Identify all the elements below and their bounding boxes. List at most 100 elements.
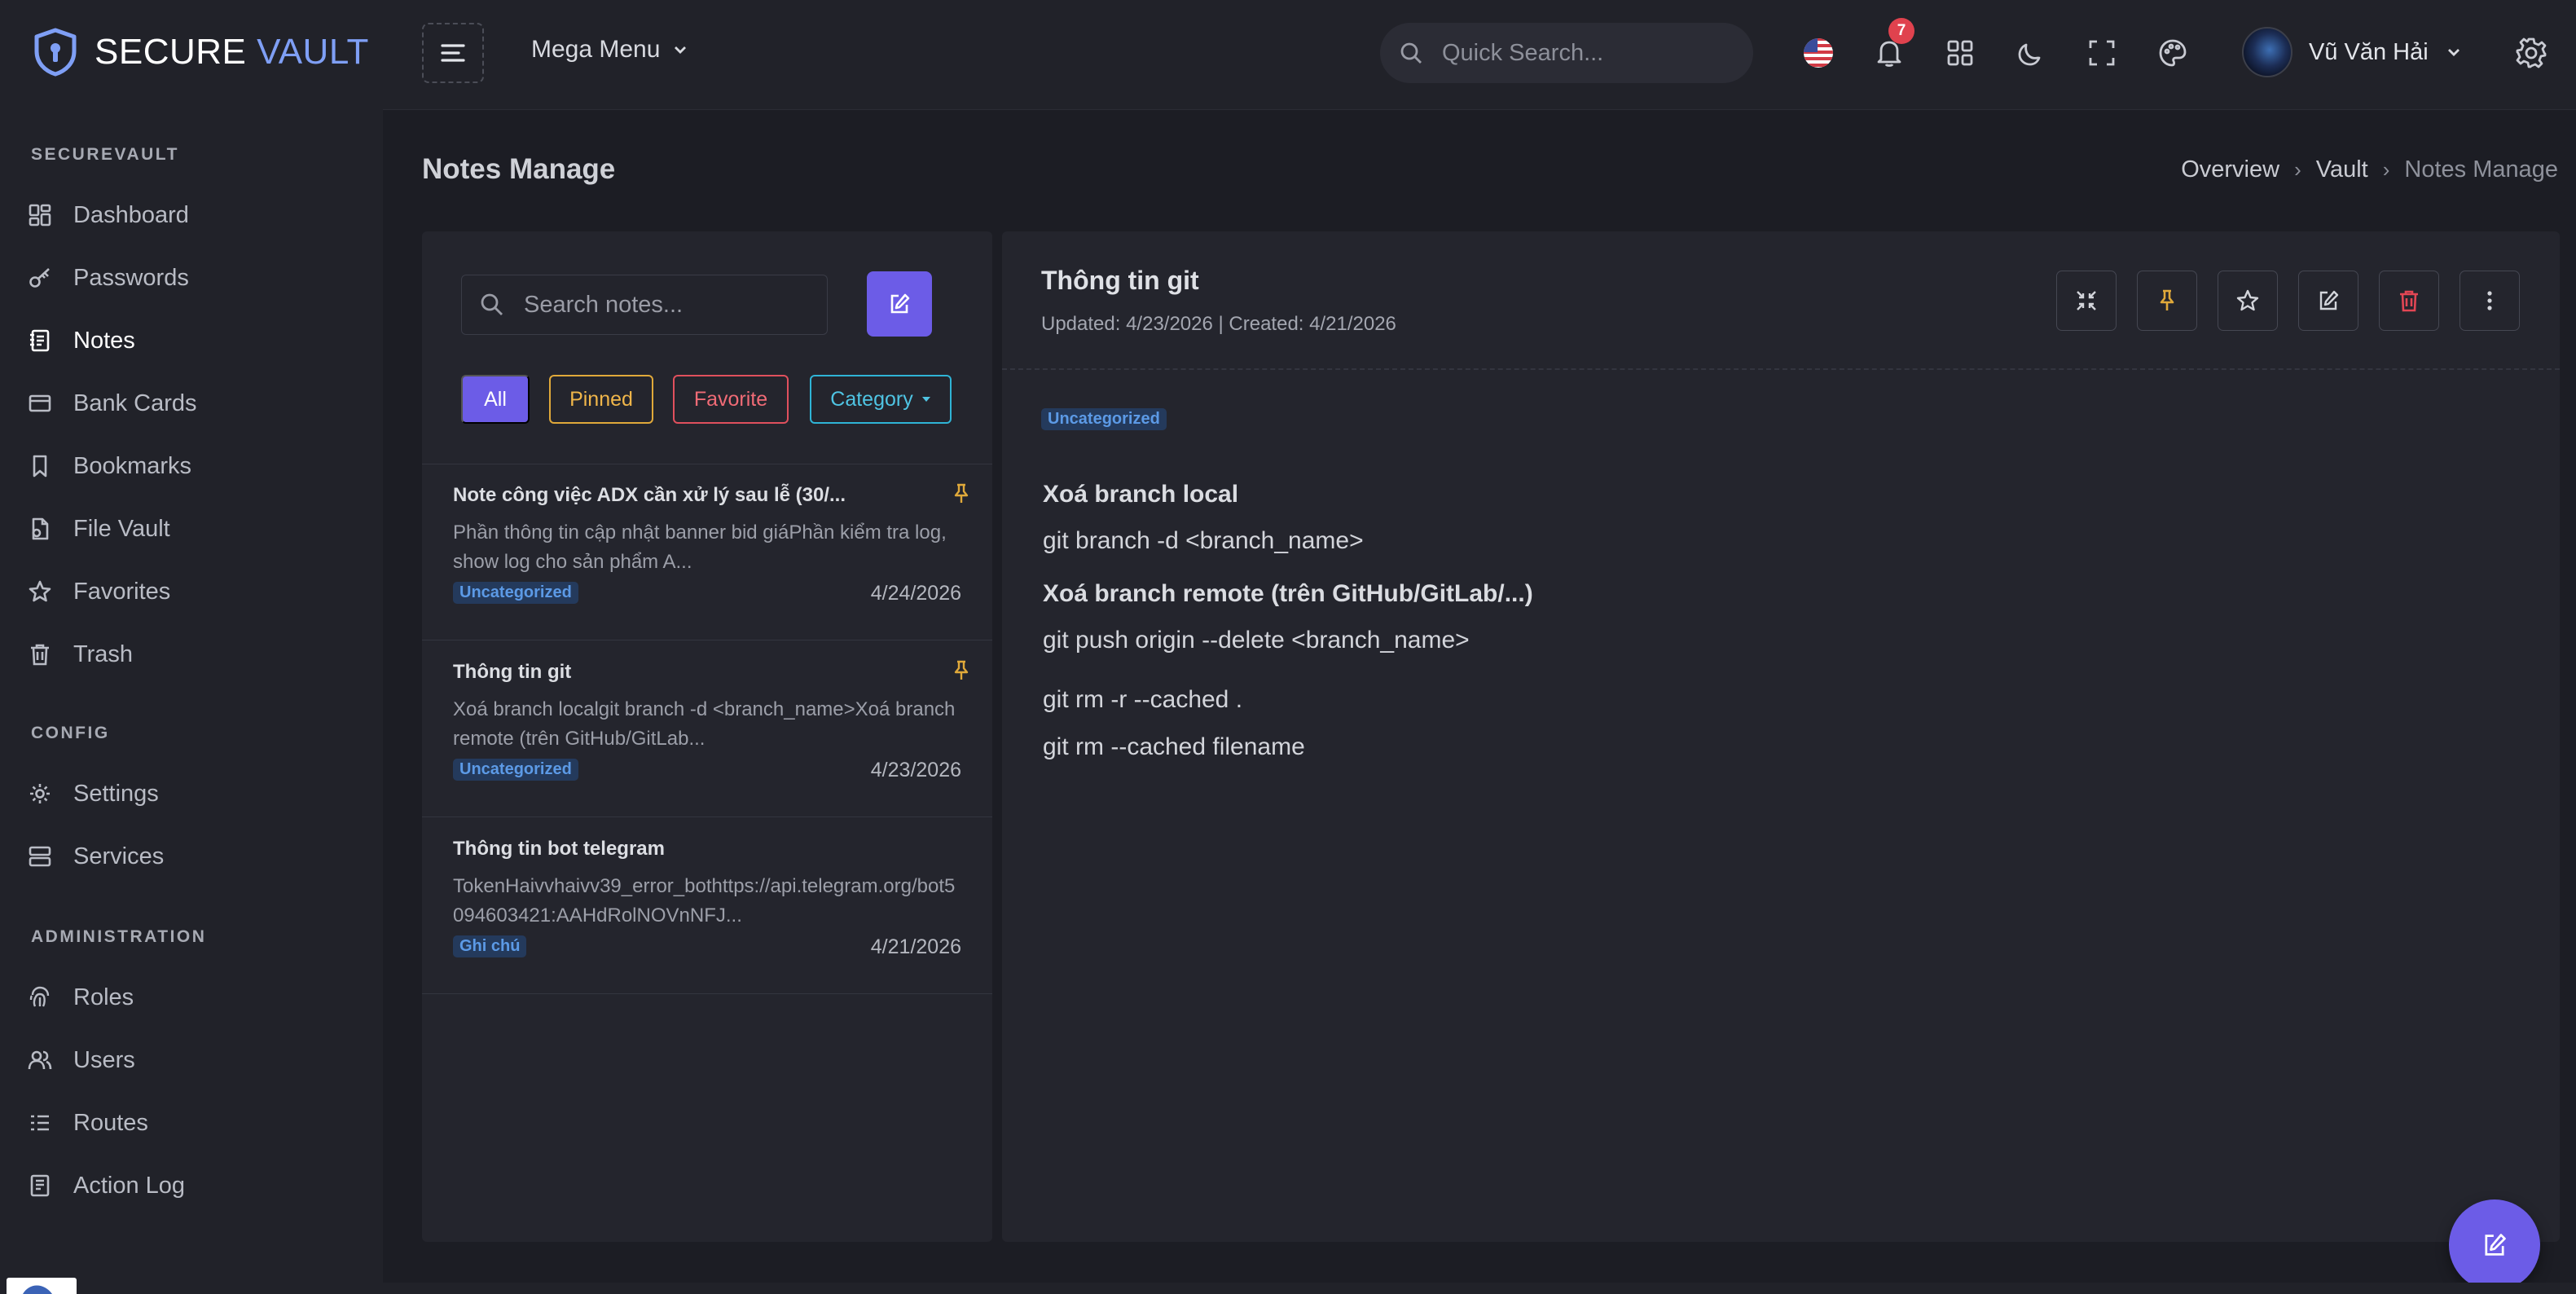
content-line: git rm -r --cached . — [1043, 686, 1243, 713]
sidebar-item-label: Users — [73, 1046, 135, 1073]
language-selector[interactable] — [1798, 33, 1839, 73]
sidebar-item-roles[interactable]: Roles — [26, 973, 134, 1022]
list-item[interactable]: Thông tin bot telegram TokenHaivvhaivv39… — [422, 818, 992, 994]
content-heading: Xoá branch remote (trên GitHub/GitLab/..… — [1043, 580, 1533, 607]
footer-strip — [383, 1283, 2576, 1294]
mega-menu-dropdown[interactable]: Mega Menu — [531, 36, 689, 64]
apps-button[interactable] — [1940, 33, 1980, 73]
filter-favorite-button[interactable]: Favorite — [673, 375, 789, 424]
floating-new-note-button[interactable] — [2449, 1199, 2540, 1291]
top-header: Mega Menu 7 Vũ Văn Hải — [383, 0, 2576, 110]
quick-search-input[interactable] — [1442, 39, 1735, 67]
notification-badge: 7 — [1888, 18, 1914, 44]
users-icon — [26, 1046, 54, 1074]
server-icon — [26, 843, 54, 870]
sidebar-item-dashboard[interactable]: Dashboard — [26, 191, 189, 240]
collapse-icon — [2074, 288, 2099, 313]
sidebar-item-bank-cards[interactable]: Bank Cards — [26, 379, 197, 428]
sidebar-item-file-vault[interactable]: File Vault — [26, 504, 170, 553]
new-note-button[interactable] — [867, 271, 932, 337]
user-name: Vũ Văn Hải — [2309, 38, 2429, 65]
avatar — [2242, 27, 2292, 77]
pin-icon — [952, 659, 971, 682]
caret-down-icon — [921, 396, 931, 403]
sidebar: SECURE VAULT SECUREVAULT Dashboard Passw… — [0, 0, 383, 1294]
breadcrumb-vault[interactable]: Vault — [2316, 156, 2368, 183]
shield-icon — [33, 28, 78, 77]
settings-button[interactable] — [2511, 33, 2552, 73]
sidebar-item-label: Trash — [73, 640, 134, 667]
filter-category-dropdown[interactable]: Category — [810, 375, 952, 424]
sidebar-item-label: Roles — [73, 984, 134, 1010]
pin-button[interactable] — [2137, 271, 2197, 331]
category-tag: Ghi chú — [453, 935, 527, 957]
note-detail-panel: Thông tin git Updated: 4/23/2026 | Creat… — [1002, 231, 2560, 1242]
notes-search-input[interactable] — [524, 291, 801, 319]
sidebar-item-trash[interactable]: Trash — [26, 630, 133, 679]
key-icon — [26, 264, 54, 292]
sidebar-item-label: Routes — [73, 1109, 148, 1136]
edit-icon — [887, 292, 912, 316]
list-item[interactable]: Thông tin git Xoá branch localgit branch… — [422, 641, 992, 817]
fullscreen-button[interactable] — [2081, 33, 2122, 73]
list-icon — [26, 1109, 54, 1137]
notes-list-panel: All Pinned Favorite Category Note công v… — [422, 231, 992, 1242]
category-tag: Uncategorized — [1041, 408, 1167, 430]
breadcrumb-overview[interactable]: Overview — [2181, 156, 2279, 183]
note-date: 4/23/2026 — [870, 759, 961, 781]
sidebar-item-passwords[interactable]: Passwords — [26, 253, 189, 302]
edit-icon — [2481, 1231, 2508, 1259]
sidebar-item-routes[interactable]: Routes — [26, 1098, 148, 1147]
sidebar-item-label: Passwords — [73, 264, 189, 291]
user-menu[interactable]: Vũ Văn Hải — [2242, 27, 2463, 77]
sidebar-item-label: Services — [73, 843, 165, 869]
delete-button[interactable] — [2379, 271, 2439, 331]
note-date: 4/24/2026 — [870, 582, 961, 605]
more-options-button[interactable] — [2460, 271, 2520, 331]
theme-toggle-button[interactable] — [2011, 33, 2051, 73]
breadcrumb: Overview › Vault › Notes Manage — [2181, 156, 2558, 183]
note-preview: Phần thông tin cập nhật banner bid giáPh… — [453, 522, 947, 573]
note-title: Thông tin bot telegram — [453, 838, 665, 860]
notes-search[interactable] — [461, 275, 828, 335]
us-flag-icon — [1803, 37, 1834, 68]
sidebar-item-label: Settings — [73, 780, 159, 807]
search-icon — [478, 291, 506, 319]
sidebar-item-bookmarks[interactable]: Bookmarks — [26, 442, 191, 491]
favorite-button[interactable] — [2218, 271, 2278, 331]
trash-icon — [2397, 288, 2421, 313]
search-icon — [1398, 40, 1424, 66]
filter-pinned-button[interactable]: Pinned — [549, 375, 653, 424]
sidebar-item-label: Favorites — [73, 578, 171, 605]
sidebar-item-services[interactable]: Services — [26, 832, 164, 881]
sidebar-item-notes[interactable]: Notes — [26, 316, 135, 365]
sidebar-item-favorites[interactable]: Favorites — [26, 567, 170, 616]
list-item[interactable]: Note công việc ADX cần xử lý sau lễ (30/… — [422, 464, 992, 640]
content-line: git rm --cached filename — [1043, 733, 1305, 760]
expand-button[interactable] — [2056, 271, 2117, 331]
section-securevault: SECUREVAULT — [31, 145, 179, 164]
edit-button[interactable] — [2298, 271, 2358, 331]
quick-search[interactable] — [1380, 23, 1753, 83]
filter-category-label: Category — [830, 387, 913, 411]
sidebar-item-label: Bank Cards — [73, 390, 197, 416]
card-icon — [26, 390, 54, 417]
sidebar-item-label: Bookmarks — [73, 452, 192, 479]
chevron-right-icon: › — [2382, 157, 2390, 182]
sidebar-item-users[interactable]: Users — [26, 1036, 135, 1085]
sidebar-item-settings[interactable]: Settings — [26, 769, 159, 818]
filter-all-button[interactable]: All — [461, 375, 530, 424]
note-preview: Xoá branch localgit branch -d <branch_na… — [453, 698, 956, 750]
page-title: Notes Manage — [422, 153, 616, 185]
hamburger-icon — [439, 41, 467, 65]
menu-toggle-button[interactable] — [422, 23, 484, 83]
gear-icon — [26, 780, 54, 808]
notifications-button[interactable]: 7 — [1869, 18, 1914, 73]
brand-logo[interactable]: SECURE VAULT — [33, 28, 369, 77]
detail-divider — [1002, 368, 2560, 370]
palette-button[interactable] — [2152, 33, 2193, 73]
star-icon — [26, 578, 54, 605]
more-vertical-icon — [2477, 288, 2502, 313]
sidebar-item-label: Dashboard — [73, 201, 189, 228]
sidebar-item-action-log[interactable]: Action Log — [26, 1161, 185, 1210]
